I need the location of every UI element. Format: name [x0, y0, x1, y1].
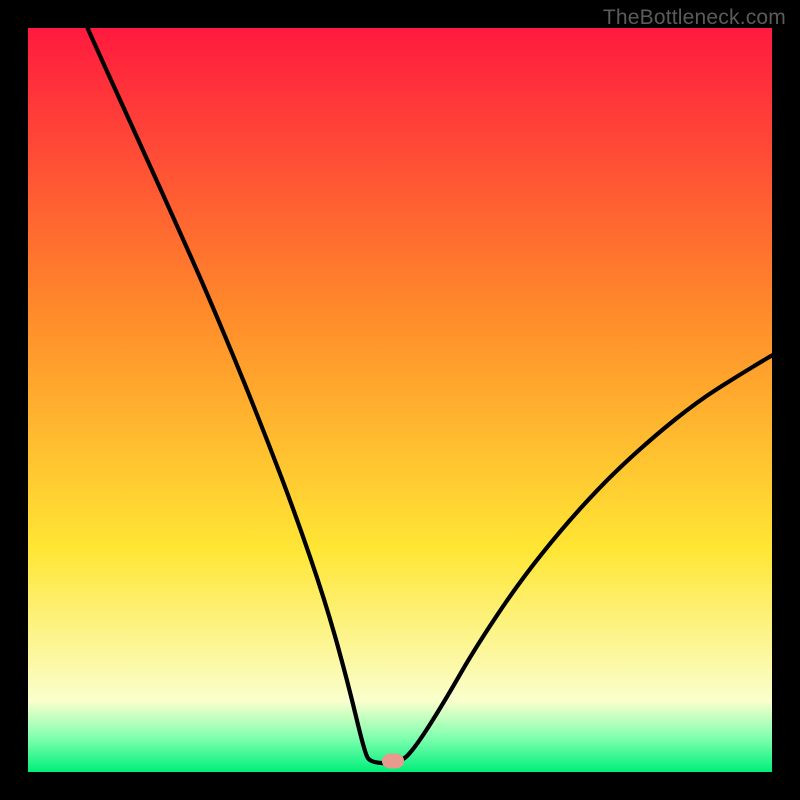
plot-area [28, 28, 772, 772]
watermark-text: TheBottleneck.com [603, 6, 786, 30]
bottleneck-curve [28, 28, 772, 772]
minimum-marker-dot [382, 753, 404, 768]
chart-frame: TheBottleneck.com [0, 0, 800, 800]
